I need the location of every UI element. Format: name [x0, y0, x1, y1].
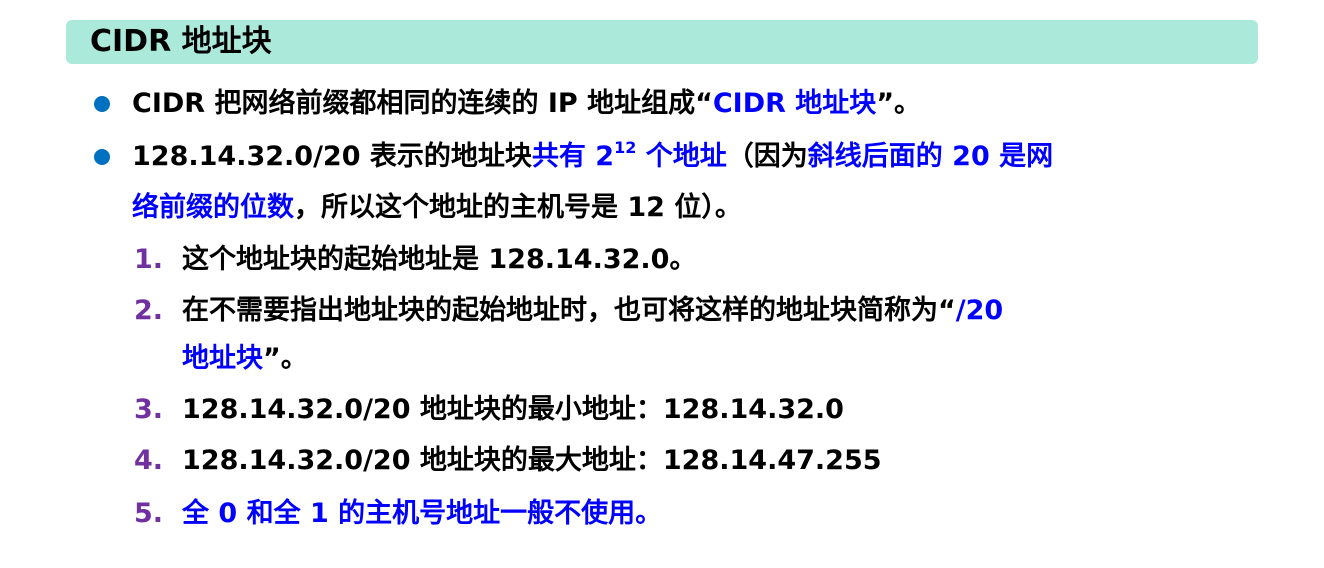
- highlight-text: 络前缀的位数: [132, 192, 294, 223]
- highlight-text: CIDR 地址块: [712, 88, 877, 119]
- item-number: 3.: [134, 394, 164, 425]
- highlight-text: 个地址: [636, 141, 727, 172]
- highlight-text: /20: [955, 295, 1004, 326]
- numbered-item-3: 128.14.32.0/20 地址块的最小地址：128.14.32.0: [182, 394, 844, 425]
- highlight-text: 地址块: [182, 343, 263, 374]
- numbered-item-2-line-2: 地址块”。: [182, 341, 308, 377]
- slide-title: CIDR 地址块: [90, 24, 272, 59]
- numbered-item-4: 128.14.32.0/20 地址块的最大地址：128.14.47.255: [182, 445, 882, 476]
- bullet-2-line-1: 128.14.32.0/20 表示的地址块共有 212 个地址（因为斜线后面的 …: [132, 139, 1053, 175]
- bullet-icon: [94, 96, 110, 112]
- numbered-item-5: 全 0 和全 1 的主机号地址一般不使用。: [182, 498, 663, 529]
- bullet-icon: [94, 149, 110, 165]
- numbered-item-1: 这个地址块的起始地址是 128.14.32.0。: [182, 244, 697, 275]
- title-bar: CIDR 地址块: [66, 20, 1258, 64]
- item-number: 2.: [134, 295, 164, 326]
- bullet-2-line-2: 络前缀的位数，所以这个地址的主机号是 12 位）。: [132, 190, 742, 226]
- text: ”。: [263, 343, 308, 374]
- item-number: 1.: [134, 244, 164, 275]
- highlight-text: 斜线后面的 20 是网: [807, 141, 1054, 172]
- text: ，所以这个地址的主机号是 12 位）。: [294, 192, 742, 223]
- item-number: 4.: [134, 445, 164, 476]
- text: ”。: [876, 88, 922, 119]
- text: 128.14.32.0/20 表示的地址块: [132, 141, 532, 172]
- item-number: 5.: [134, 498, 164, 529]
- highlight-text: 共有 2: [531, 141, 615, 172]
- text: （因为: [726, 141, 808, 172]
- exponent: 12: [614, 138, 637, 157]
- bullet-1: CIDR 把网络前缀都相同的连续的 IP 地址组成“CIDR 地址块”。: [132, 86, 921, 122]
- text: CIDR 把网络前缀都相同的连续的 IP 地址组成“: [132, 88, 713, 119]
- text: 在不需要指出地址块的起始地址时，也可将这样的地址块简称为“: [182, 295, 956, 326]
- numbered-item-2-line-1: 在不需要指出地址块的起始地址时，也可将这样的地址块简称为“/20: [182, 293, 1003, 329]
